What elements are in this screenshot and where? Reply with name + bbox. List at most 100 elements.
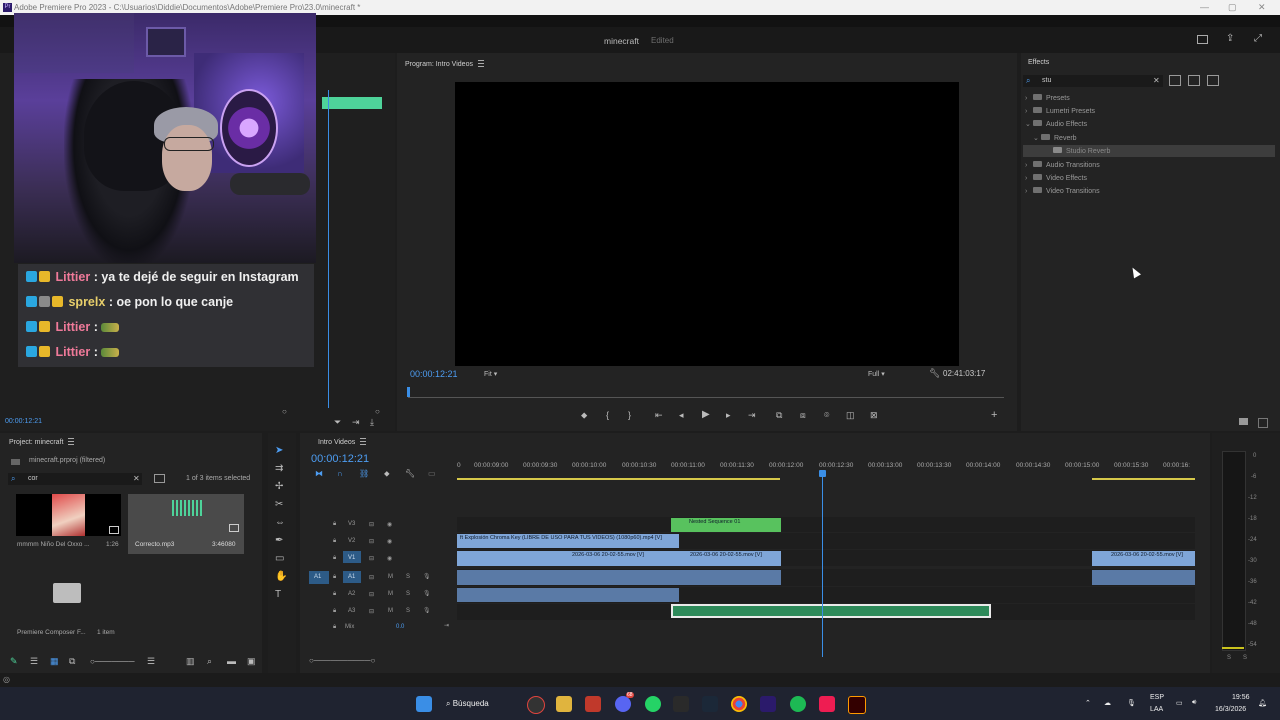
spotify-icon[interactable] bbox=[790, 696, 806, 712]
language-layout[interactable]: LAA bbox=[1150, 706, 1163, 713]
hand-icon[interactable]: ✋ bbox=[275, 571, 287, 582]
lock-icon[interactable]: 🔒︎ bbox=[333, 608, 336, 615]
audio-clip[interactable] bbox=[1092, 570, 1195, 585]
volume-icon[interactable]: 🔊︎ bbox=[1192, 699, 1196, 707]
effects-search-field[interactable]: ⌕ stu ✕ bbox=[1023, 75, 1163, 87]
extract-icon[interactable]: ⧈ bbox=[800, 410, 806, 421]
add-marker-icon[interactable]: ⬥ bbox=[384, 469, 390, 479]
sync-lock-icon[interactable]: ⊟ bbox=[369, 591, 374, 598]
language-label[interactable]: ESP bbox=[1150, 694, 1164, 701]
fullscreen-icon[interactable]: ⤢ bbox=[1254, 33, 1262, 44]
tray-chevron-icon[interactable]: ⌃ bbox=[1085, 699, 1091, 707]
track-select-icon[interactable]: ⇉ bbox=[275, 463, 283, 474]
camera-icon[interactable]: ⌾ bbox=[824, 410, 829, 421]
proxy-icon[interactable]: ⊠ bbox=[870, 410, 878, 421]
pencil-icon[interactable]: ✎ bbox=[10, 656, 18, 667]
maximize-icon[interactable]: ▢ bbox=[1228, 2, 1237, 13]
mute-button[interactable]: M bbox=[388, 608, 393, 614]
chrome-icon[interactable] bbox=[731, 696, 747, 712]
mark-in-icon[interactable]: { bbox=[606, 410, 609, 420]
sync-lock-icon[interactable]: ⊟ bbox=[369, 521, 374, 528]
sync-lock-icon[interactable]: ⊟ bbox=[369, 538, 374, 545]
program-timecode[interactable]: 00:00:12:21 bbox=[410, 369, 458, 379]
lock-icon[interactable]: 🔒︎ bbox=[333, 624, 336, 631]
new-bin-icon[interactable] bbox=[154, 474, 165, 483]
tree-item-presets[interactable]: › Presets bbox=[1025, 94, 1070, 102]
nested-sequence-clip[interactable]: Nested Sequence 01 bbox=[671, 518, 781, 532]
timeline-zoom-slider[interactable]: ○──────────○ bbox=[309, 656, 375, 665]
share-icon[interactable]: ⇪ bbox=[1226, 33, 1234, 44]
tree-item-reverb[interactable]: ⌄ Reverb bbox=[1033, 134, 1077, 142]
mark-out-icon[interactable]: } bbox=[628, 410, 631, 420]
snap-icon[interactable]: ∩ bbox=[337, 469, 343, 478]
lock-icon[interactable]: 🔒︎ bbox=[333, 591, 336, 598]
step-back-icon[interactable]: ◂ bbox=[679, 410, 684, 421]
insert-icon[interactable]: ⇥ bbox=[352, 417, 360, 428]
nest-icon[interactable]: ⧓ bbox=[315, 469, 323, 478]
audio-clip[interactable] bbox=[457, 570, 679, 585]
settings-wrench-icon[interactable]: 🔧︎ bbox=[405, 469, 415, 478]
tree-item-audio-effects[interactable]: ⌄ Audio Effects bbox=[1025, 120, 1087, 128]
solo-button[interactable]: S bbox=[406, 574, 410, 580]
steam-icon[interactable] bbox=[702, 696, 718, 712]
lock-icon[interactable]: 🔒︎ bbox=[333, 521, 336, 528]
program-playhead[interactable] bbox=[407, 387, 410, 397]
quality-select[interactable]: Full ▾ bbox=[868, 370, 885, 378]
find-icon[interactable]: ⌕ bbox=[207, 656, 212, 667]
clear-search-icon[interactable]: ✕ bbox=[1153, 76, 1160, 85]
close-icon[interactable]: ✕ bbox=[1258, 2, 1266, 13]
rectangle-icon[interactable]: ▭ bbox=[275, 553, 284, 564]
work-area-bar[interactable] bbox=[1092, 478, 1195, 480]
timeline-playhead-handle[interactable] bbox=[819, 470, 826, 477]
lock-icon[interactable]: 🔒︎ bbox=[333, 555, 336, 562]
razor-icon[interactable]: ✂ bbox=[275, 499, 283, 510]
tree-item-lumetri[interactable]: › Lumetri Presets bbox=[1025, 107, 1095, 115]
wrench-icon[interactable]: 🔧︎ bbox=[929, 368, 940, 379]
minimize-icon[interactable]: — bbox=[1200, 2, 1209, 12]
mic-tray-icon[interactable]: 🎙︎ bbox=[1127, 699, 1136, 707]
pen-icon[interactable]: ✒ bbox=[275, 535, 283, 546]
video-clip[interactable]: 2026-03-06 20-02-55.mov [V] bbox=[457, 551, 679, 566]
lift-icon[interactable]: ⧉ bbox=[776, 410, 782, 421]
solo-button[interactable]: S bbox=[406, 591, 410, 597]
play-icon[interactable]: ▶ bbox=[702, 409, 710, 420]
step-forward-icon[interactable]: ▸ bbox=[726, 410, 731, 421]
accelerated-effects-icon[interactable] bbox=[1169, 75, 1181, 86]
ripple-edit-icon[interactable]: ✢ bbox=[275, 481, 283, 492]
timeline-playhead-line[interactable] bbox=[822, 477, 823, 657]
premiere-icon[interactable] bbox=[760, 696, 776, 712]
comparison-view-icon[interactable]: ◫ bbox=[846, 410, 855, 421]
app-icon[interactable] bbox=[585, 696, 601, 712]
workspace-icon[interactable] bbox=[1197, 35, 1208, 44]
go-to-in-icon[interactable]: ⇤ bbox=[655, 410, 663, 421]
sort-icon[interactable]: ☰ bbox=[147, 656, 155, 667]
program-title[interactable]: Program: Intro Videos bbox=[405, 59, 484, 68]
microphone-icon[interactable]: 🎙︎ bbox=[423, 607, 431, 614]
trash-icon[interactable] bbox=[1258, 418, 1268, 428]
selection-tool-icon[interactable]: ➤ bbox=[275, 445, 283, 456]
effects-title[interactable]: Effects bbox=[1028, 59, 1049, 66]
effects-search-input[interactable]: stu bbox=[1042, 77, 1051, 84]
marker-icon[interactable]: ⬥ bbox=[581, 410, 587, 421]
windows-start-icon[interactable] bbox=[416, 696, 432, 712]
solo-left-button[interactable]: S bbox=[1227, 655, 1231, 661]
taskbar-search[interactable]: ⌕ Búsqueda bbox=[446, 696, 516, 712]
filter-icon[interactable]: ⏷ bbox=[334, 417, 341, 428]
source-zoom-handle-right[interactable]: ○ bbox=[375, 407, 380, 416]
sequence-tab[interactable]: Intro Videos bbox=[318, 437, 367, 446]
tree-item-studio-reverb[interactable]: Studio Reverb bbox=[1053, 147, 1110, 155]
network-icon[interactable]: ▭ bbox=[1176, 699, 1183, 707]
automate-icon[interactable]: ▥ bbox=[186, 656, 195, 667]
audio-clip[interactable] bbox=[457, 588, 679, 602]
mix-value[interactable]: 0.0 bbox=[396, 624, 404, 630]
solo-right-button[interactable]: S bbox=[1243, 655, 1247, 661]
onedrive-icon[interactable]: ☁ bbox=[1104, 699, 1111, 707]
chroma-clip[interactable]: ft Explosión Chroma Key (LIBRE DE USO PA… bbox=[457, 534, 679, 548]
mute-button[interactable]: M bbox=[388, 591, 393, 597]
mute-button[interactable]: M bbox=[388, 574, 393, 580]
tiktok-icon[interactable] bbox=[819, 696, 835, 712]
project-thumbnail[interactable] bbox=[16, 494, 121, 536]
new-bin-icon[interactable] bbox=[1239, 418, 1248, 425]
source-playhead[interactable] bbox=[328, 90, 329, 408]
32bit-effects-icon[interactable] bbox=[1188, 75, 1200, 86]
